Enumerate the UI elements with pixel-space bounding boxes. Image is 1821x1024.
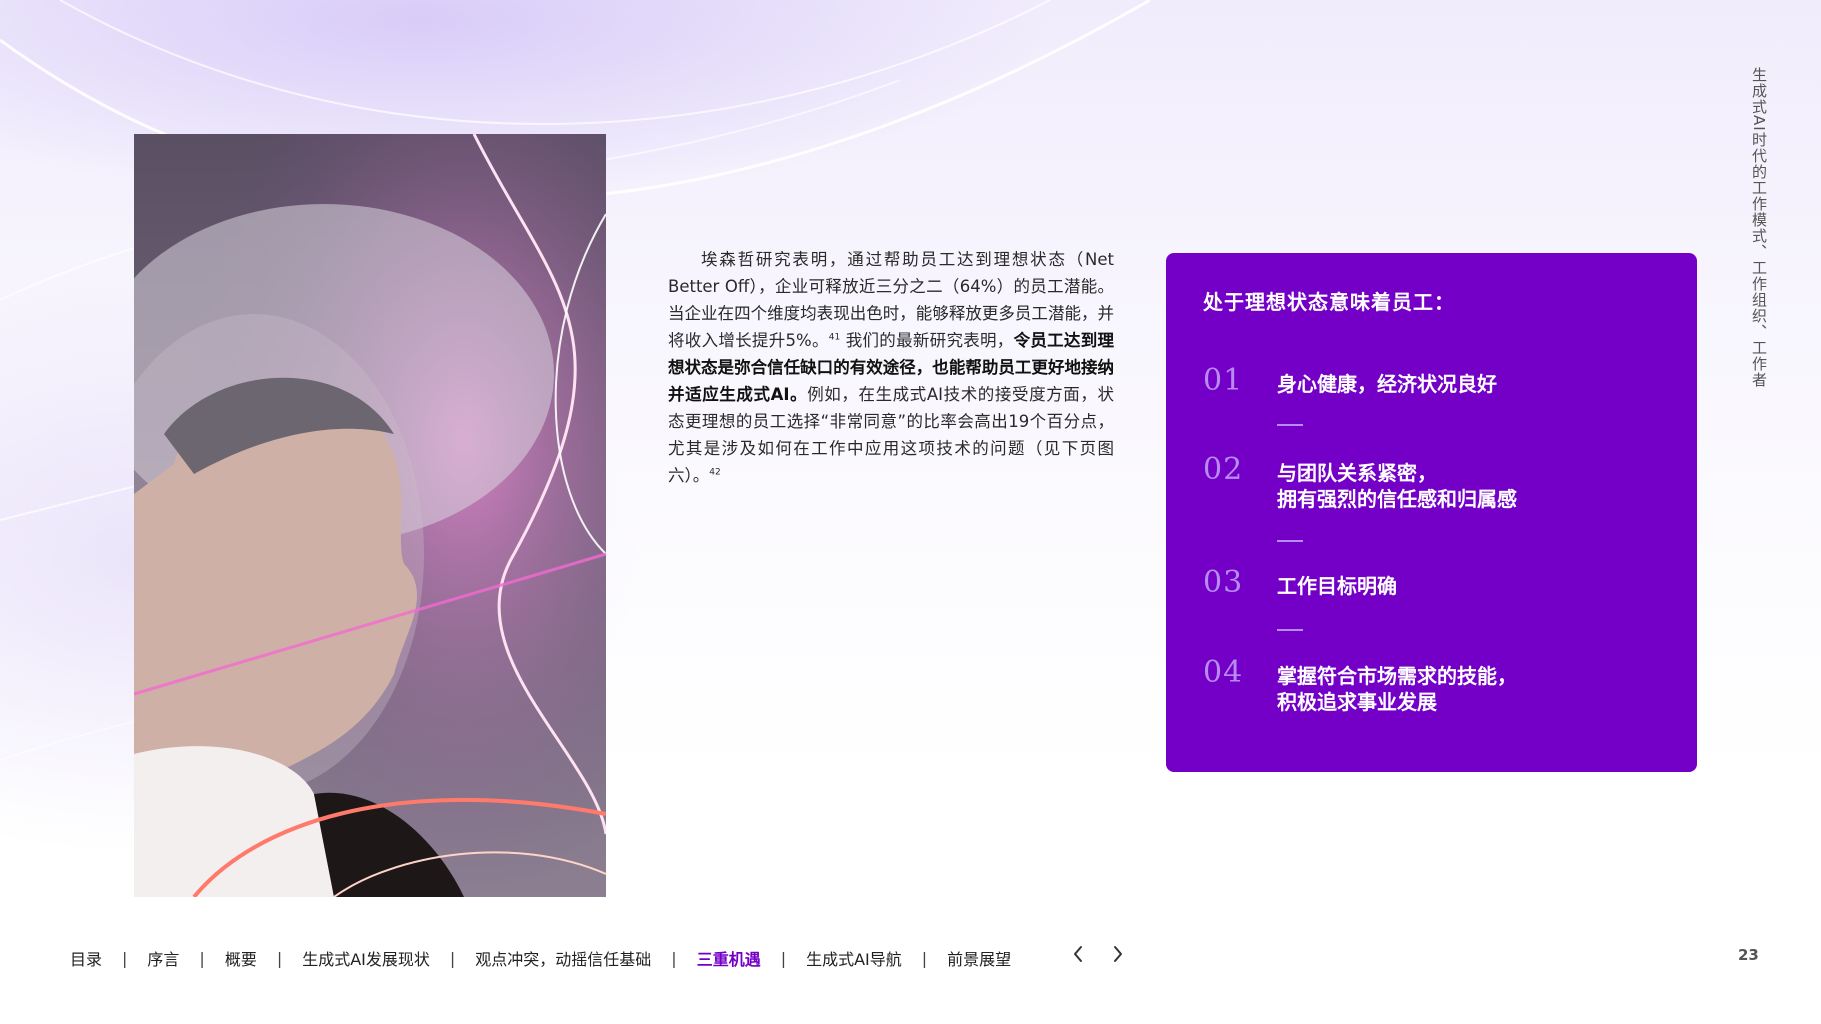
item-text-2: 拥有强烈的信任感和归属感 bbox=[1277, 487, 1517, 511]
item-text: 身心健康，经济状况良好 bbox=[1277, 372, 1497, 396]
nav-separator: | bbox=[449, 948, 456, 968]
item-text: 与团队关系紧密， bbox=[1277, 461, 1437, 485]
divider bbox=[1277, 540, 1303, 542]
nav-separator: | bbox=[921, 948, 928, 968]
footnote-ref-41[interactable]: 41 bbox=[829, 333, 840, 343]
item-number: 03 bbox=[1203, 565, 1244, 600]
nav-item-genai-guide[interactable]: 生成式AI导航 bbox=[806, 946, 902, 970]
panel-title: 处于理想状态意味着员工： bbox=[1203, 290, 1455, 314]
hero-photo bbox=[134, 134, 606, 897]
body-paragraph-text: 埃森哲研究表明，通过帮助员工达到理想状态（Net Better Off），企业可… bbox=[668, 250, 1115, 485]
nav-separator: | bbox=[780, 948, 787, 968]
nav-separator: | bbox=[276, 948, 283, 968]
nav-item-contents[interactable]: 目录 bbox=[70, 946, 102, 970]
nav-separator: | bbox=[199, 948, 205, 968]
chevron-left-icon[interactable] bbox=[1072, 944, 1084, 964]
nav-item-outlook[interactable]: 前景展望 bbox=[947, 946, 1011, 970]
item-number: 02 bbox=[1203, 452, 1244, 487]
nav-item-preface[interactable]: 序言 bbox=[147, 946, 179, 970]
nav-item-conflict[interactable]: 观点冲突，动摇信任基础 bbox=[475, 946, 651, 970]
nav-separator: | bbox=[122, 948, 128, 968]
nav-item-summary[interactable]: 概要 bbox=[225, 946, 257, 970]
page-number: 23 bbox=[1738, 946, 1759, 964]
net-better-off-panel: 处于理想状态意味着员工： 01 身心健康，经济状况良好 02 与团队关系紧密， … bbox=[1166, 253, 1697, 772]
nav-item-genai-status[interactable]: 生成式AI发展现状 bbox=[302, 946, 430, 970]
footnote-ref-42[interactable]: 42 bbox=[709, 468, 720, 478]
item-number: 01 bbox=[1203, 363, 1244, 398]
chevron-right-icon[interactable] bbox=[1112, 944, 1124, 964]
item-number: 04 bbox=[1203, 655, 1244, 690]
nav-item-opportunities[interactable]: 三重机遇 bbox=[697, 946, 761, 970]
item-text: 工作目标明确 bbox=[1277, 574, 1397, 598]
nav-separator: | bbox=[671, 948, 677, 968]
page-arrows bbox=[1072, 944, 1124, 964]
divider bbox=[1277, 424, 1303, 426]
bottom-navigation: 目录 | 序言 | 概要 | 生成式AI发展现状 | 观点冲突，动摇信任基础 |… bbox=[70, 946, 1011, 970]
body-paragraph: 埃森哲研究表明，通过帮助员工达到理想状态（Net Better Off），企业可… bbox=[668, 246, 1114, 489]
side-title: 生成式AI时代的工作模式、工作组织、工作者 bbox=[1750, 66, 1768, 388]
item-text: 掌握符合市场需求的技能， bbox=[1277, 664, 1517, 688]
divider bbox=[1277, 629, 1303, 631]
item-text-2: 积极追求事业发展 bbox=[1277, 690, 1437, 714]
